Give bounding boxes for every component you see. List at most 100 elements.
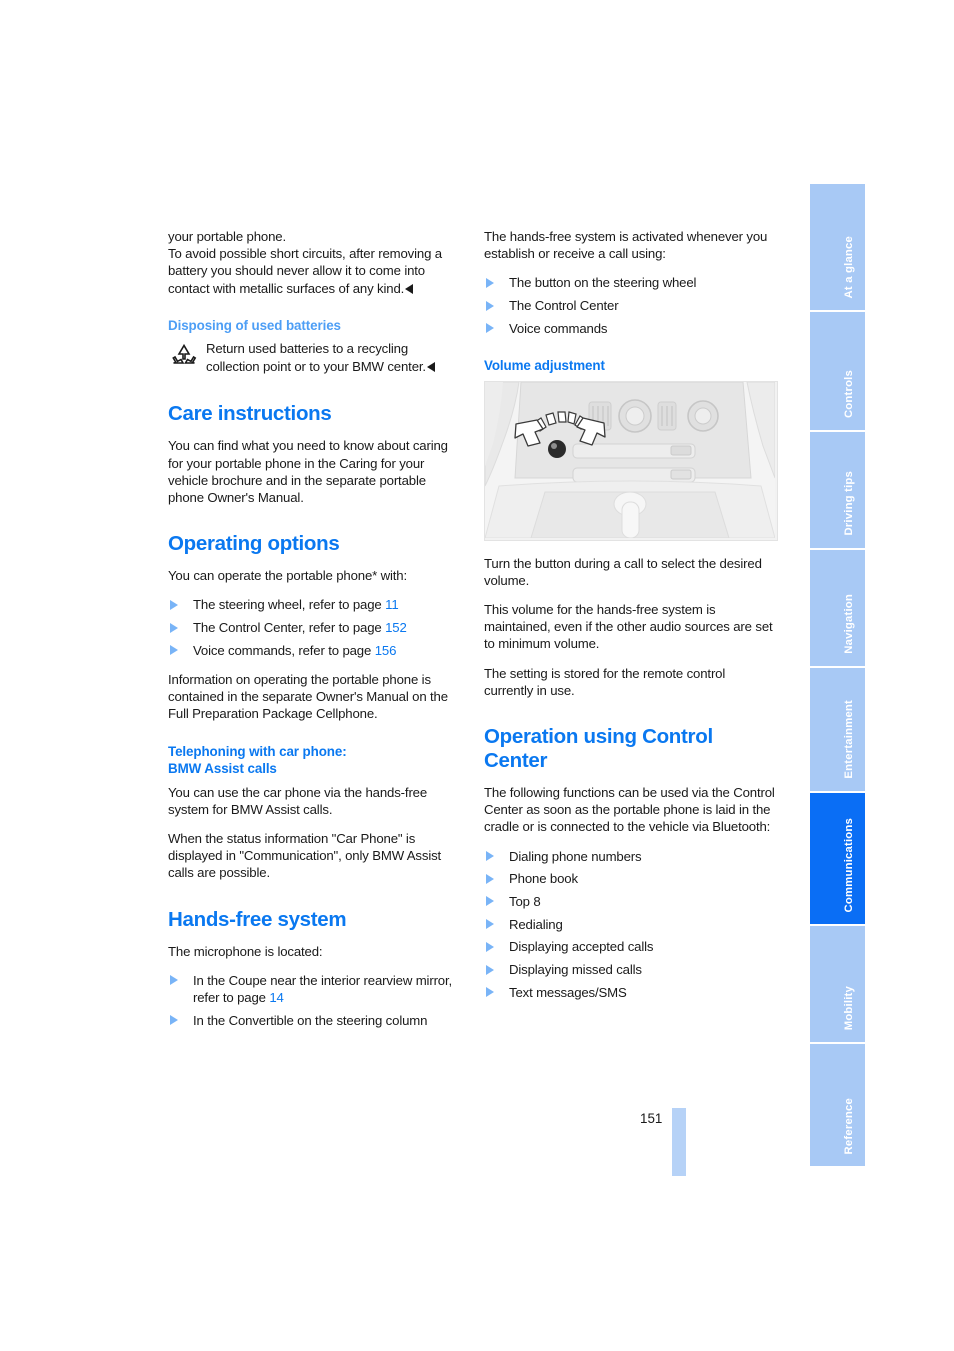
list-item: Top 8 bbox=[484, 893, 776, 910]
list-item-text: Text messages/SMS bbox=[509, 984, 627, 1000]
tab-label: Entertainment bbox=[843, 700, 855, 779]
triangle-bullet-icon bbox=[170, 1015, 178, 1026]
recycle-icon bbox=[168, 341, 200, 371]
list-item-text: Voice commands, refer to page bbox=[193, 642, 375, 658]
center-console-illustration: VW080130_BUS bbox=[484, 380, 778, 541]
tab-label: Mobility bbox=[843, 985, 855, 1030]
page-number: 151 bbox=[640, 1111, 663, 1126]
recycling-note-text: Return used batteries to a recycling col… bbox=[206, 341, 426, 375]
page-reference-link[interactable]: 14 bbox=[269, 990, 284, 1005]
triangle-bullet-icon bbox=[486, 919, 494, 930]
operating-intro: You can operate the portable phone* with… bbox=[168, 568, 407, 584]
heading-occ-line1: Operation using Control bbox=[484, 724, 713, 748]
triangle-bullet-icon bbox=[486, 987, 494, 998]
battery-warning-text: To avoid possible short circuits, after … bbox=[168, 246, 442, 296]
tab-label: Communications bbox=[843, 817, 855, 912]
activation-intro: The hands-free system is activated whene… bbox=[484, 229, 768, 262]
continued-paragraph: your portable phone. bbox=[168, 229, 286, 244]
tab-reference[interactable]: Reference bbox=[810, 1044, 865, 1166]
list-item: The Control Center bbox=[484, 297, 776, 314]
manual-page: your portable phone. To avoid possible s… bbox=[0, 0, 954, 1351]
triangle-bullet-icon bbox=[486, 323, 494, 334]
telephoning-paragraph-2: When the status information "Car Phone" … bbox=[168, 830, 442, 881]
volume-paragraph-3: The setting is stored for the remote con… bbox=[484, 665, 726, 698]
tab-label: At a glance bbox=[843, 235, 855, 298]
control-center-functions-list: Dialing phone numbers Phone book Top 8 R… bbox=[484, 848, 776, 1001]
heading-telephoning-line1: Telephoning with car phone: bbox=[168, 743, 347, 759]
list-item-text: Phone book bbox=[509, 871, 578, 887]
list-item: Voice commands bbox=[484, 320, 776, 337]
triangle-bullet-icon bbox=[486, 873, 494, 884]
triangle-bullet-icon bbox=[486, 896, 494, 907]
triangle-bullet-icon bbox=[486, 300, 494, 311]
list-item-text: Voice commands bbox=[509, 320, 608, 336]
heading-operation-control-center: Operation using Control Center bbox=[484, 725, 776, 773]
triangle-bullet-icon bbox=[486, 277, 494, 288]
footer-accent-bar bbox=[672, 1108, 686, 1176]
left-column: your portable phone. To avoid possible s… bbox=[168, 228, 460, 1041]
page-reference-link[interactable]: 11 bbox=[385, 597, 399, 612]
console-figure-svg bbox=[485, 381, 775, 538]
tab-label: Reference bbox=[843, 1097, 855, 1154]
heading-hands-free-system: Hands-free system bbox=[168, 907, 347, 931]
tab-navigation[interactable]: Navigation bbox=[810, 550, 865, 668]
tab-driving-tips[interactable]: Driving tips bbox=[810, 432, 865, 550]
triangle-bullet-icon bbox=[486, 941, 494, 952]
triangle-bullet-icon bbox=[170, 599, 178, 610]
microphone-location-list: In the Coupe near the interior rearview … bbox=[168, 972, 460, 1029]
heading-occ-line2: Center bbox=[484, 748, 548, 772]
list-item: In the Convertible on the steering colum… bbox=[168, 1012, 460, 1029]
triangle-bullet-icon bbox=[170, 622, 178, 633]
list-item-text: In the Coupe near the interior rearview … bbox=[193, 972, 453, 1005]
page-reference-link[interactable]: 156 bbox=[375, 643, 397, 658]
list-item: The Control Center, refer to page 152 bbox=[168, 619, 460, 636]
operating-options-list: The steering wheel, refer to page 11 The… bbox=[168, 596, 460, 659]
heading-disposing-batteries: Disposing of used batteries bbox=[168, 317, 341, 333]
list-item: Redialing bbox=[484, 916, 776, 933]
list-item: In the Coupe near the interior rearview … bbox=[168, 972, 460, 1006]
battery-warning-paragraph: To avoid possible short circuits, after … bbox=[168, 245, 460, 297]
heading-volume-adjustment: Volume adjustment bbox=[484, 358, 605, 374]
telephoning-paragraph-1: You can use the car phone via the hands-… bbox=[168, 784, 428, 817]
page-reference-link[interactable]: 152 bbox=[385, 620, 407, 635]
list-item-text: Displaying missed calls bbox=[509, 962, 642, 978]
recycling-note: Return used batteries to a recycling col… bbox=[168, 340, 460, 376]
list-item: Dialing phone numbers bbox=[484, 848, 776, 865]
triangle-bullet-icon bbox=[170, 645, 178, 656]
list-item-text: Displaying accepted calls bbox=[509, 939, 654, 955]
care-paragraph: You can find what you need to know about… bbox=[168, 438, 448, 505]
list-item-text: Dialing phone numbers bbox=[509, 848, 642, 864]
list-item: The steering wheel, refer to page 11 bbox=[168, 596, 460, 613]
handsfree-intro: The microphone is located: bbox=[168, 943, 323, 959]
heading-care-instructions: Care instructions bbox=[168, 402, 332, 426]
triangle-bullet-icon bbox=[486, 964, 494, 975]
tab-label: Controls bbox=[843, 369, 855, 418]
list-item-text: In the Convertible on the steering colum… bbox=[193, 1012, 428, 1028]
heading-telephoning-car-phone: Telephoning with car phone: BMW Assist ca… bbox=[168, 743, 460, 778]
tab-communications[interactable]: Communications bbox=[810, 793, 865, 926]
control-center-intro: The following functions can be used via … bbox=[484, 784, 775, 835]
end-marker-icon bbox=[405, 283, 414, 294]
tab-at-a-glance[interactable]: At a glance bbox=[810, 184, 865, 312]
tab-controls[interactable]: Controls bbox=[810, 312, 865, 432]
end-marker-icon-2 bbox=[426, 362, 435, 373]
volume-paragraph-1: Turn the button during a call to select … bbox=[484, 555, 762, 588]
triangle-bullet-icon bbox=[486, 851, 494, 862]
list-item: Phone book bbox=[484, 870, 776, 887]
activation-methods-list: The button on the steering wheel The Con… bbox=[484, 274, 776, 337]
triangle-bullet-icon bbox=[170, 975, 178, 986]
tab-label: Navigation bbox=[843, 594, 855, 654]
heading-operating-options: Operating options bbox=[168, 532, 340, 556]
list-item-text: The Control Center bbox=[509, 298, 619, 314]
list-item: Voice commands, refer to page 156 bbox=[168, 642, 460, 659]
volume-paragraph-2: This volume for the hands-free system is… bbox=[484, 601, 773, 652]
section-tabs: At a glance Controls Driving tips Naviga… bbox=[810, 184, 865, 1166]
list-item: The button on the steering wheel bbox=[484, 274, 776, 291]
list-item-text: The Control Center, refer to page bbox=[193, 620, 386, 636]
list-item-text: The button on the steering wheel bbox=[509, 275, 697, 291]
tab-entertainment[interactable]: Entertainment bbox=[810, 668, 865, 793]
right-column: The hands-free system is activated whene… bbox=[484, 228, 778, 1013]
list-item: Displaying missed calls bbox=[484, 961, 776, 978]
tab-mobility[interactable]: Mobility bbox=[810, 926, 865, 1044]
list-item: Displaying accepted calls bbox=[484, 938, 776, 955]
